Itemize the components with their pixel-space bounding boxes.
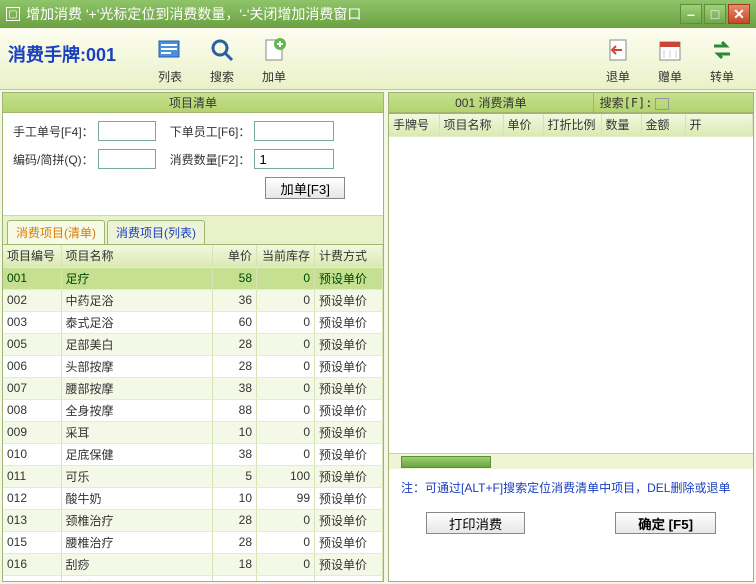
table-row[interactable]: 801801包间00* xyxy=(3,575,383,581)
refund-button[interactable]: 退单 xyxy=(602,34,634,85)
qty-input[interactable] xyxy=(254,149,334,169)
qty-label: 消费数量[F2]： xyxy=(170,151,251,168)
left-panel: 项目清单 手工单号[F4]： 下单员工[F6]： 编码/简拼(Q)： 消费数量[… xyxy=(2,92,384,582)
calendar-icon xyxy=(654,34,686,66)
manual-input[interactable] xyxy=(98,121,156,141)
rc6[interactable]: 金额 xyxy=(641,114,685,136)
col-mode[interactable]: 计费方式 xyxy=(315,245,383,267)
table-row[interactable]: 010足底保健380预设单价 xyxy=(3,443,383,465)
search-mini-input[interactable] xyxy=(655,98,669,110)
window-title: 增加消费 '+'光标定位到消费数量，'-'关闭增加消费窗口 xyxy=(26,4,361,24)
table-row[interactable]: 013颈椎治疗280预设单价 xyxy=(3,509,383,531)
col-id[interactable]: 项目编号 xyxy=(3,245,61,267)
list-icon xyxy=(154,34,186,66)
brand-label: 消费手牌:001 xyxy=(8,41,116,85)
table-row[interactable]: 007腰部按摩380预设单价 xyxy=(3,377,383,399)
code-input[interactable] xyxy=(98,149,156,169)
add-button[interactable]: 加单 xyxy=(258,34,290,85)
transfer-icon xyxy=(706,34,738,66)
table-row[interactable]: 002中药足浴360预设单价 xyxy=(3,289,383,311)
app-icon: ▢ xyxy=(6,7,20,21)
left-header: 项目清单 xyxy=(3,93,383,113)
item-grid[interactable]: 项目编号 项目名称 单价 当前库存 计费方式 001足疗580预设单价002中药… xyxy=(3,244,383,581)
rc3[interactable]: 单价 xyxy=(503,114,543,136)
titlebar: ▢ 增加消费 '+'光标定位到消费数量，'-'关闭增加消费窗口 – □ ✕ xyxy=(0,0,756,28)
search-button[interactable]: 搜索 xyxy=(206,34,238,85)
table-row[interactable]: 008全身按摩880预设单价 xyxy=(3,399,383,421)
col-name[interactable]: 项目名称 xyxy=(61,245,213,267)
gift-button[interactable]: 赠单 xyxy=(654,34,686,85)
add-order-button[interactable]: 加单[F3] xyxy=(265,177,345,199)
right-header-search: 搜索[F]: xyxy=(594,93,753,112)
search-icon xyxy=(206,34,238,66)
right-panel: 001 消费清单 搜索[F]: 手牌号 项目名称 单价 打折比例 数量 金额 开… xyxy=(388,92,754,582)
table-row[interactable]: 011可乐5100预设单价 xyxy=(3,465,383,487)
right-header-title: 001 消费清单 xyxy=(389,93,594,112)
rc7[interactable]: 开 xyxy=(685,114,753,136)
close-button[interactable]: ✕ xyxy=(728,4,750,24)
list-button[interactable]: 列表 xyxy=(154,34,186,85)
ok-button[interactable]: 确定 [F5] xyxy=(615,512,716,534)
manual-label: 手工单号[F4]： xyxy=(13,123,94,140)
table-row[interactable]: 009采耳100预设单价 xyxy=(3,421,383,443)
tab-list-inactive[interactable]: 消费项目(列表) xyxy=(107,220,205,244)
rc1[interactable]: 手牌号 xyxy=(389,114,439,136)
right-header: 001 消费清单 搜索[F]: xyxy=(389,93,753,113)
transfer-button[interactable]: 转单 xyxy=(706,34,738,85)
refund-icon xyxy=(602,34,634,66)
emp-label: 下单员工[F6]： xyxy=(170,123,251,140)
rc5[interactable]: 数量 xyxy=(601,114,641,136)
code-label: 编码/简拼(Q)： xyxy=(13,151,94,168)
consume-grid[interactable]: 手牌号 项目名称 单价 打折比例 数量 金额 开 xyxy=(389,113,753,453)
emp-input[interactable] xyxy=(254,121,334,141)
rc4[interactable]: 打折比例 xyxy=(543,114,601,136)
tabs: 消费项目(清单) 消费项目(列表) xyxy=(3,215,383,244)
toolbar: 消费手牌:001 列表 搜索 加单 退单 赠单 转单 xyxy=(0,28,756,90)
col-stock[interactable]: 当前库存 xyxy=(257,245,315,267)
add-icon xyxy=(258,34,290,66)
table-row[interactable]: 003泰式足浴600预设单价 xyxy=(3,311,383,333)
col-price[interactable]: 单价 xyxy=(213,245,257,267)
table-row[interactable]: 012酸牛奶1099预设单价 xyxy=(3,487,383,509)
table-row[interactable]: 005足部美白280预设单价 xyxy=(3,333,383,355)
tab-list-active[interactable]: 消费项目(清单) xyxy=(7,220,105,244)
hint-note: 注：可通过[ALT+F]搜索定位消费清单中项目，DEL删除或退单 xyxy=(389,469,753,506)
h-scrollbar[interactable] xyxy=(389,453,753,469)
table-row[interactable]: 006头部按摩280预设单价 xyxy=(3,355,383,377)
maximize-button[interactable]: □ xyxy=(704,4,726,24)
table-row[interactable]: 015腰椎治疗280预设单价 xyxy=(3,531,383,553)
print-button[interactable]: 打印消费 xyxy=(426,512,525,534)
table-row[interactable]: 016刮痧180预设单价 xyxy=(3,553,383,575)
table-row[interactable]: 001足疗580预设单价 xyxy=(3,267,383,289)
minimize-button[interactable]: – xyxy=(680,4,702,24)
rc2[interactable]: 项目名称 xyxy=(439,114,503,136)
